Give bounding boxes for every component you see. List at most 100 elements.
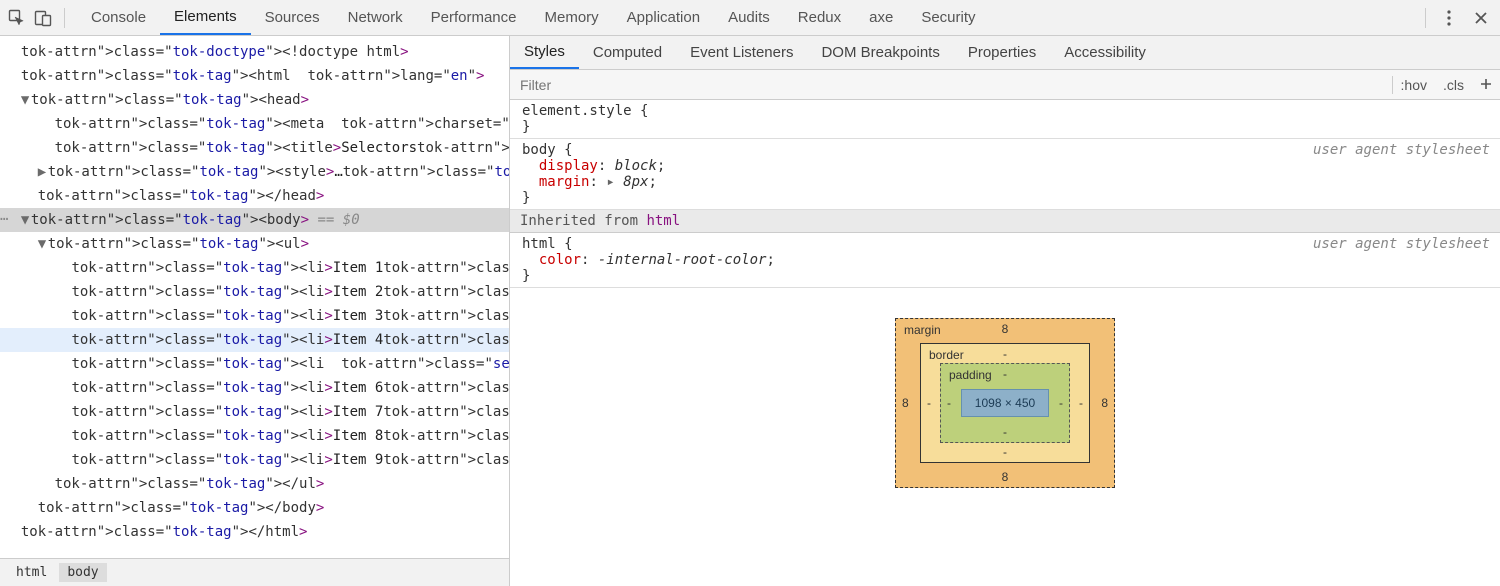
gutter-ellipsis-icon[interactable]: … (0, 208, 8, 224)
rule-element-style[interactable]: element.style { } (510, 100, 1500, 139)
dom-node[interactable]: tok-attrn">class="tok-tag"><li>Item 2tok… (0, 280, 509, 304)
kebab-menu-icon[interactable] (1440, 9, 1458, 27)
dom-node[interactable]: tok-attrn">class="tok-tag"><li>Item 7tok… (0, 400, 509, 424)
inherited-from-separator: Inherited from html (510, 210, 1500, 233)
dom-node[interactable]: ▼tok-attrn">class="tok-tag"><ul> (0, 232, 509, 256)
dom-tree[interactable]: tok-attrn">class="tok-doctype"><!doctype… (0, 36, 509, 558)
top-tab-sources[interactable]: Sources (251, 0, 334, 35)
dom-node[interactable]: ▼tok-attrn">class="tok-tag"><head> (0, 88, 509, 112)
cls-toggle[interactable]: .cls (1435, 77, 1472, 93)
box-model-padding[interactable]: padding - - - - 1098 × 450 (940, 363, 1070, 443)
elements-dom-panel: tok-attrn">class="tok-doctype"><!doctype… (0, 36, 510, 586)
padding-left[interactable]: - (947, 396, 951, 410)
dom-node[interactable]: tok-attrn">class="tok-tag"><li>Item 9tok… (0, 448, 509, 472)
box-model-border[interactable]: border - - - - padding - - - (920, 343, 1090, 463)
padding-right[interactable]: - (1059, 396, 1063, 410)
dom-node[interactable]: tok-attrn">class="tok-tag"><li>Item 1tok… (0, 256, 509, 280)
rule-body[interactable]: user agent stylesheet body { display: bl… (510, 139, 1500, 210)
top-tab-application[interactable]: Application (613, 0, 714, 35)
dom-node[interactable]: tok-attrn">class="tok-tag"><title>Select… (0, 136, 509, 160)
dom-node[interactable]: tok-attrn">class="tok-tag"><li>Item 8tok… (0, 424, 509, 448)
new-style-rule-icon[interactable] (1472, 77, 1500, 93)
rule-source: user agent stylesheet (1313, 236, 1490, 252)
dom-node[interactable]: tok-attrn">class="tok-tag"><li>Item 6tok… (0, 376, 509, 400)
dom-node[interactable]: tok-attrn">class="tok-tag"></body> (0, 496, 509, 520)
property-value: block (615, 158, 657, 174)
dom-node[interactable]: tok-attrn">class="tok-tag"><li tok-attrn… (0, 352, 509, 376)
styles-panel: StylesComputedEvent ListenersDOM Breakpo… (510, 36, 1500, 586)
border-label: border (929, 348, 964, 362)
top-right-controls (1415, 8, 1500, 28)
margin-right[interactable]: 8 (1101, 396, 1108, 410)
top-left-controls (0, 8, 77, 28)
styles-tab-event-listeners[interactable]: Event Listeners (676, 36, 807, 69)
box-model-margin[interactable]: margin 8 8 8 8 border - - - - (895, 318, 1115, 488)
dom-node[interactable]: tok-attrn">class="tok-tag"></head> (0, 184, 509, 208)
margin-left[interactable]: 8 (902, 396, 909, 410)
top-tab-redux[interactable]: Redux (784, 0, 855, 35)
styles-tabbar: StylesComputedEvent ListenersDOM Breakpo… (510, 36, 1500, 70)
property-value: 8px (623, 174, 648, 190)
styles-tab-dom-breakpoints[interactable]: DOM Breakpoints (807, 36, 953, 69)
content-size: 1098 × 450 (975, 396, 1035, 410)
top-tab-performance[interactable]: Performance (417, 0, 531, 35)
border-left[interactable]: - (927, 396, 931, 410)
top-tab-security[interactable]: Security (907, 0, 989, 35)
dom-node[interactable]: tok-attrn">class="tok-tag"></ul> (0, 472, 509, 496)
rule-source: user agent stylesheet (1313, 142, 1490, 158)
property-name: display (539, 158, 598, 174)
close-icon[interactable] (1472, 9, 1490, 27)
dom-node[interactable]: tok-attrn">class="tok-doctype"><!doctype… (0, 40, 509, 64)
styles-rules-body[interactable]: element.style { } user agent stylesheet … (510, 100, 1500, 586)
property-name: color (539, 252, 581, 268)
padding-label: padding (949, 368, 992, 382)
dom-node[interactable]: tok-attrn">class="tok-tag"><li>Item 4tok… (0, 328, 509, 352)
dom-node[interactable]: tok-attrn">class="tok-tag"><meta tok-att… (0, 112, 509, 136)
padding-top[interactable]: - (1003, 367, 1007, 381)
breadcrumb-body[interactable]: body (59, 563, 106, 582)
box-model-content[interactable]: 1098 × 450 (961, 389, 1049, 417)
margin-bottom[interactable]: 8 (1002, 470, 1009, 484)
border-bottom[interactable]: - (1003, 445, 1007, 459)
dom-node[interactable]: tok-attrn">class="tok-tag"><li>Item 3tok… (0, 304, 509, 328)
dom-breadcrumb: htmlbody (0, 558, 509, 586)
separator (64, 8, 65, 28)
close-brace: } (522, 119, 1492, 135)
expand-shorthand-icon[interactable]: ▸ (598, 174, 623, 190)
inherited-label: Inherited from (520, 213, 646, 229)
top-tab-audits[interactable]: Audits (714, 0, 784, 35)
top-tabs: ConsoleElementsSourcesNetworkPerformance… (77, 0, 1415, 35)
border-right[interactable]: - (1079, 396, 1083, 410)
declaration[interactable]: display: block; (522, 158, 1492, 174)
inspect-element-icon[interactable] (8, 9, 26, 27)
top-tab-network[interactable]: Network (334, 0, 417, 35)
close-brace: } (522, 190, 1492, 206)
dom-node[interactable]: ▶tok-attrn">class="tok-tag"><style>…tok-… (0, 160, 509, 184)
declaration[interactable]: margin: ▸ 8px; (522, 174, 1492, 190)
close-brace: } (522, 268, 1492, 284)
breadcrumb-html[interactable]: html (8, 563, 55, 582)
rule-html[interactable]: user agent stylesheet html { color: -int… (510, 233, 1500, 288)
device-toolbar-icon[interactable] (34, 9, 52, 27)
styles-tab-styles[interactable]: Styles (510, 36, 579, 69)
dom-node[interactable]: tok-attrn">class="tok-tag"></html> (0, 520, 509, 544)
styles-tab-properties[interactable]: Properties (954, 36, 1050, 69)
top-tab-console[interactable]: Console (77, 0, 160, 35)
margin-top[interactable]: 8 (1002, 322, 1009, 336)
top-tab-axe[interactable]: axe (855, 0, 907, 35)
dom-node[interactable]: ▼tok-attrn">class="tok-tag"><body> == $0 (0, 208, 509, 232)
top-tab-elements[interactable]: Elements (160, 0, 251, 35)
property-name: margin (539, 174, 590, 190)
styles-tab-computed[interactable]: Computed (579, 36, 676, 69)
styles-tab-accessibility[interactable]: Accessibility (1050, 36, 1160, 69)
border-top[interactable]: - (1003, 347, 1007, 361)
top-tab-memory[interactable]: Memory (531, 0, 613, 35)
hov-toggle[interactable]: :hov (1393, 77, 1435, 93)
styles-filter-input[interactable] (510, 70, 1392, 99)
padding-bottom[interactable]: - (1003, 425, 1007, 439)
box-model: margin 8 8 8 8 border - - - - (510, 288, 1500, 508)
declaration[interactable]: color: -internal-root-color; (522, 252, 1492, 268)
devtools-top-tabbar: ConsoleElementsSourcesNetworkPerformance… (0, 0, 1500, 36)
dom-node[interactable]: tok-attrn">class="tok-tag"><html tok-att… (0, 64, 509, 88)
inherited-from-tag[interactable]: html (646, 213, 680, 229)
